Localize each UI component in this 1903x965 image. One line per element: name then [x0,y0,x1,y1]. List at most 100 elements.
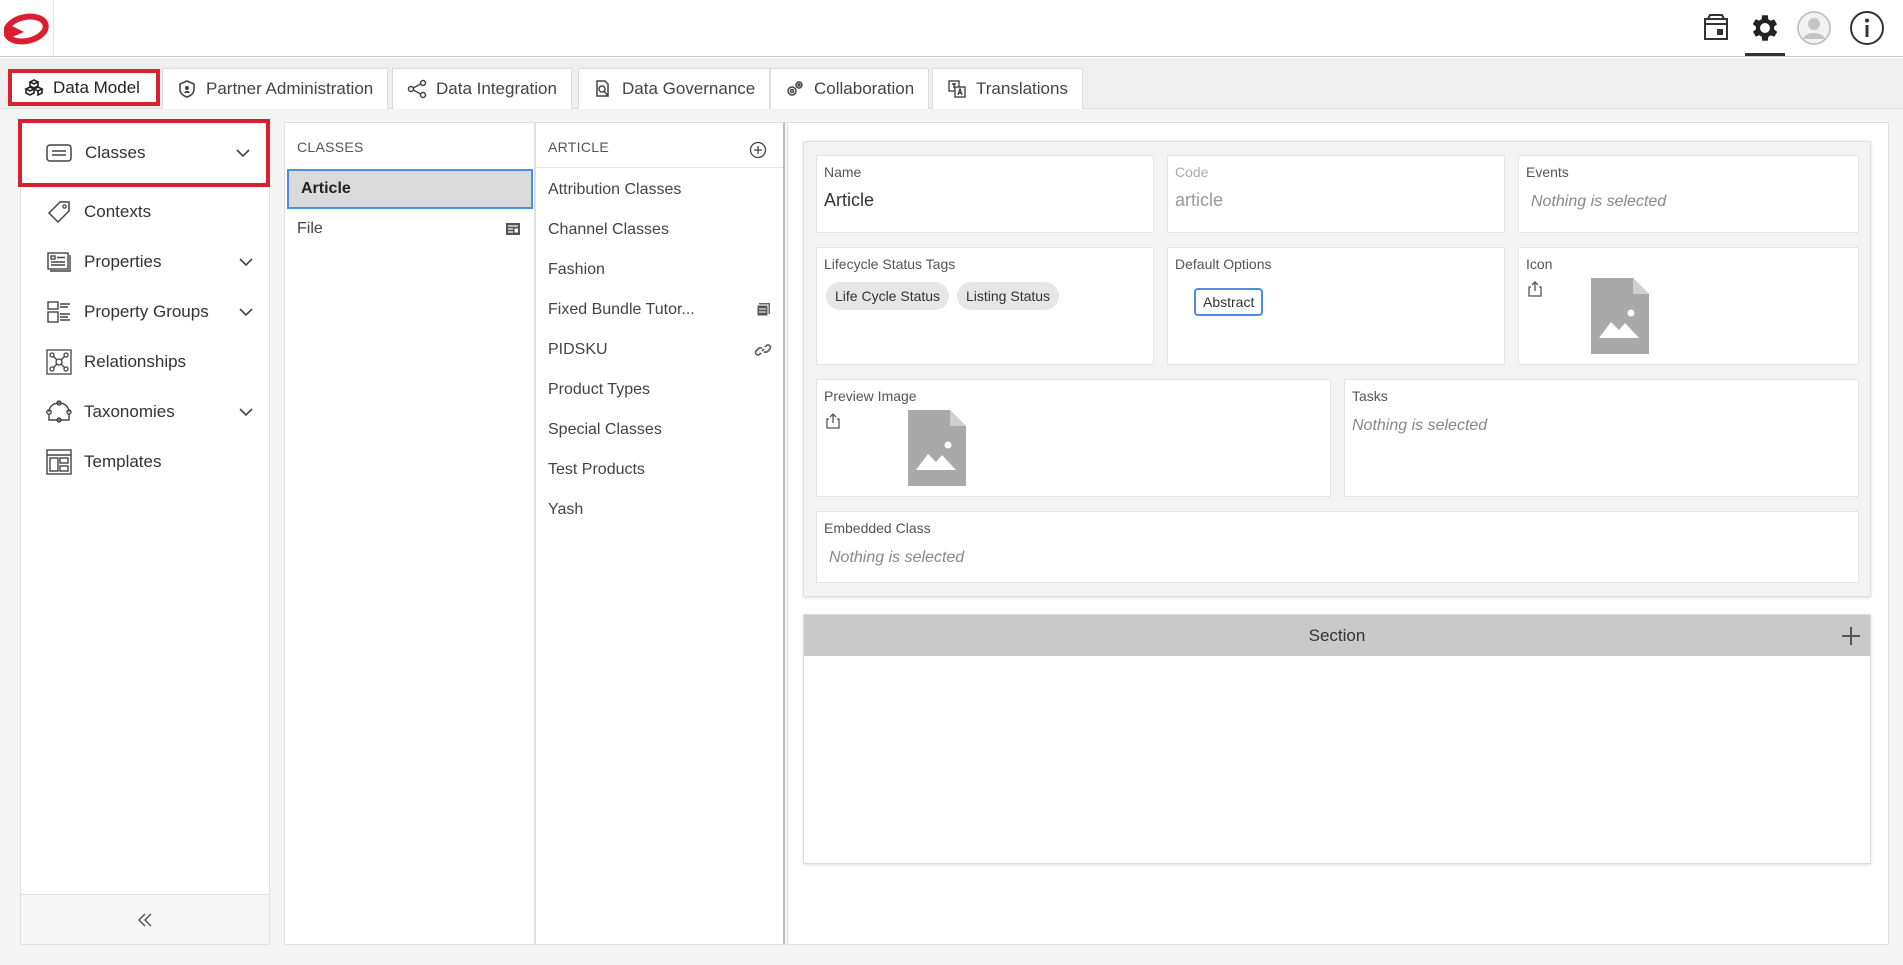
translate-icon [947,79,967,99]
relationships-icon [45,349,73,375]
double-chevron-left-icon [136,911,154,929]
subclass-item[interactable]: Special Classes [536,410,784,450]
class-item-file[interactable]: File [285,209,534,249]
tab-label: Translations [976,79,1068,98]
tab-data-integration[interactable]: Data Integration [392,68,572,109]
tab-translations[interactable]: Translations [932,68,1083,109]
subclass-label: Channel Classes [548,221,669,238]
chevron-down-icon[interactable] [234,144,252,162]
sidebar-item-label: Property Groups [84,302,209,321]
templates-icon [45,449,73,475]
file-list-icon [504,220,522,238]
subclass-item[interactable]: Attribution Classes [536,170,784,210]
sidebar-item-classes[interactable]: Classes [18,119,270,187]
sidebar-item-label: Properties [84,252,162,271]
property-groups-icon [45,299,73,325]
header-divider [536,167,783,168]
events-field[interactable]: Events Nothing is selected [1518,155,1859,233]
tasks-empty-text: Nothing is selected [1352,417,1488,434]
default-options-field[interactable]: Default Options Abstract [1167,247,1505,365]
subclass-label: Attribution Classes [548,181,682,198]
subclass-label: Yash [548,501,584,518]
sidebar-item-label: Taxonomies [84,402,175,421]
sidebar-item-contexts[interactable]: Contexts [21,187,269,237]
chevron-down-icon[interactable] [237,253,255,271]
classes-column: CLASSES Article File [284,122,535,945]
tab-label: Collaboration [814,79,915,98]
sidebar-item-label: Classes [85,143,146,162]
subclass-item[interactable]: PIDSKU [536,330,784,370]
sidebar-item-properties[interactable]: Properties [21,237,269,287]
gears-icon [785,79,805,99]
tasks-field[interactable]: Tasks Nothing is selected [1344,379,1859,497]
chevron-down-icon[interactable] [237,403,255,421]
chevron-down-icon[interactable] [237,303,255,321]
name-value[interactable]: Article [824,190,874,211]
classes-header: CLASSES [297,139,364,155]
collapse-sidebar-button[interactable] [21,894,269,944]
sidebar-item-label: Contexts [84,202,152,221]
preview-image-field[interactable]: Preview Image [816,379,1331,497]
subclass-item[interactable]: Test Products [536,450,784,490]
class-properties-card: Name Article Code article Events Nothing… [803,141,1871,597]
store-icon[interactable] [1698,10,1734,46]
subclass-item[interactable]: Yash [536,490,784,530]
image-placeholder-icon [1591,278,1649,354]
embedded-class-field[interactable]: Embedded Class Nothing is selected [816,511,1859,583]
subclass-item[interactable]: Product Types [536,370,784,410]
default-options-label: Default Options [1175,256,1272,272]
name-label: Name [824,164,862,180]
sidebar-item-relationships[interactable]: Relationships [21,337,269,387]
class-item-label: File [297,220,323,237]
section-panel: Section [803,614,1871,864]
lifecycle-tag-chip[interactable]: Life Cycle Status [826,282,950,310]
tab-partner-administration[interactable]: Partner Administration [162,68,389,109]
tab-data-model[interactable]: Data Model [8,69,160,106]
section-header: Section [804,615,1870,656]
section-title: Section [1308,625,1366,645]
add-section-icon[interactable] [1840,625,1862,647]
tab-label: Data Integration [436,79,557,98]
subclass-label: Special Classes [548,421,662,438]
info-icon[interactable] [1849,10,1885,46]
gear-icon[interactable] [1745,10,1785,56]
upload-icon[interactable] [824,412,842,430]
subclass-label: Fashion [548,261,605,278]
link-icon [754,341,772,359]
tab-data-governance[interactable]: Data Governance [578,68,771,109]
subclass-item[interactable]: Channel Classes [536,210,784,250]
subclass-label: Fixed Bundle Tutor... [548,301,695,318]
subclass-label: Product Types [548,381,650,398]
data-model-sidebar: Classes Contexts Properties Property Gro… [18,119,270,945]
sidebar-item-property-groups[interactable]: Property Groups [21,287,269,337]
sidebar-item-taxonomies[interactable]: Taxonomies [21,387,269,437]
module-tabs: Data Model Partner Administration Data I… [0,58,1903,109]
listing-tag-chip[interactable]: Listing Status [957,282,1060,310]
code-field: Code article [1167,155,1505,233]
upload-icon[interactable] [1526,280,1544,298]
class-item-label: Article [301,180,351,197]
tab-collaboration[interactable]: Collaboration [770,68,930,109]
class-item-article[interactable]: Article [287,169,533,209]
abstract-option-chip[interactable]: Abstract [1194,288,1264,316]
user-avatar-icon[interactable] [1796,10,1832,46]
image-placeholder-icon [908,410,966,486]
preview-label: Preview Image [824,388,917,404]
top-bar [0,0,1903,57]
name-field[interactable]: Name Article [816,155,1154,233]
properties-icon [45,249,73,275]
code-value: article [1175,190,1224,210]
sidebar-item-templates[interactable]: Templates [21,437,269,487]
article-subclasses-column: ARTICLE Attribution Classes Channel Clas… [535,122,785,945]
subclass-item[interactable]: Fixed Bundle Tutor... [536,290,784,330]
search-doc-icon [593,79,613,99]
add-subclass-button[interactable] [749,141,767,159]
icon-field[interactable]: Icon [1518,247,1859,365]
subclass-item[interactable]: Fashion [536,250,784,290]
brand-logo-icon[interactable] [4,12,50,46]
taxonomies-icon [45,399,73,425]
logo-divider [53,0,54,57]
events-empty-text: Nothing is selected [1531,193,1667,210]
icon-label: Icon [1526,256,1553,272]
lifecycle-status-tags-field[interactable]: Lifecycle Status Tags Life Cycle Status … [816,247,1154,365]
